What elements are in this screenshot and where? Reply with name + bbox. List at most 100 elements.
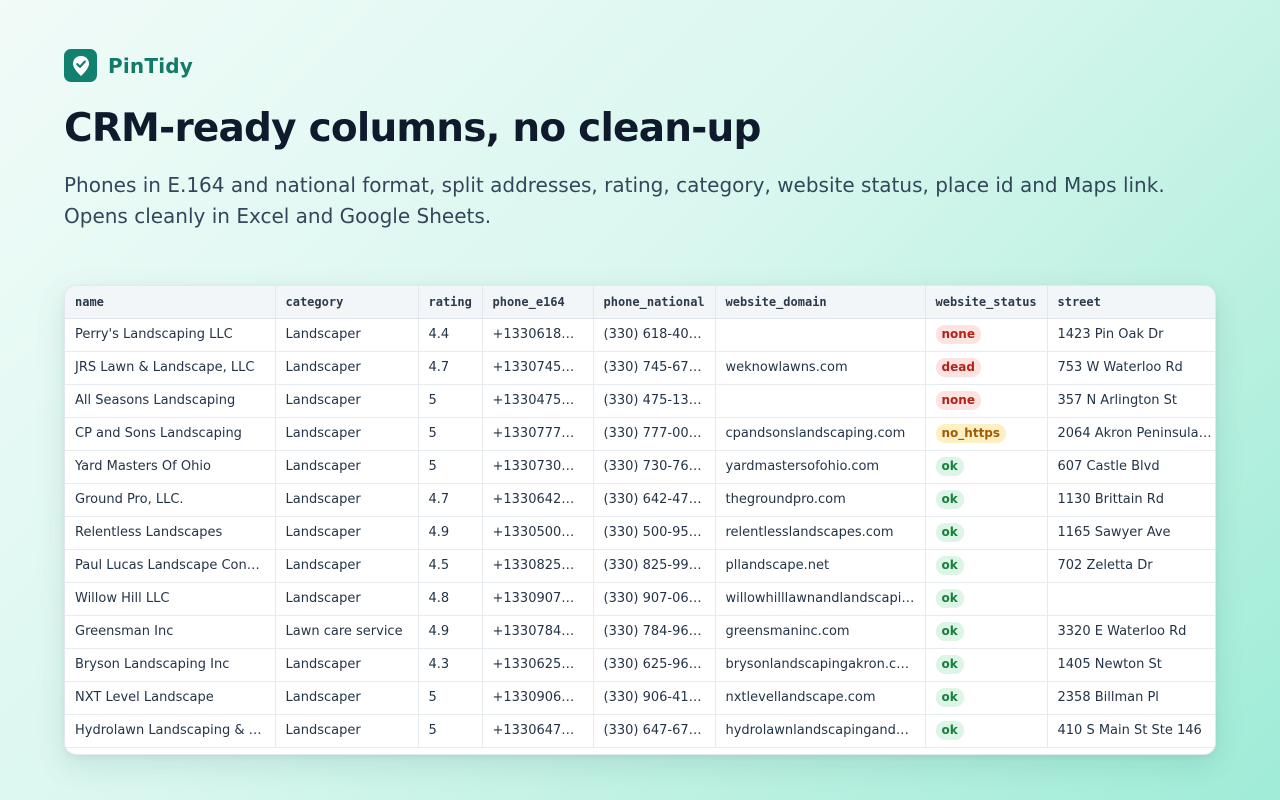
table-row[interactable]: Bryson Landscaping Inc Landscaper 4.3 +1330… — [65, 648, 1215, 682]
cell-phone-national: (330) 500-9542 — [593, 516, 716, 550]
cell-name: Greensman Inc — [65, 615, 276, 649]
table-row[interactable]: Paul Lucas Landscape Constr… Landscaper 4.… — [65, 549, 1215, 583]
cell-name: Relentless Landscapes — [65, 516, 276, 550]
table-row[interactable]: Hydrolawn Landscaping & D… Landscaper 5 +13… — [65, 714, 1215, 748]
cell-street: 2064 Akron Peninsula Rd — [1047, 417, 1215, 451]
column-header-phone-e164[interactable]: phone_e164 — [482, 286, 594, 319]
cell-phone-e164: +13309064129 — [482, 681, 594, 715]
data-table: name category rating phone_e164 phone_nation… — [65, 286, 1215, 748]
table-row[interactable]: CP and Sons Landscaping Landscaper 5 +13307… — [65, 417, 1215, 451]
cell-phone-national: (330) 647-6700 — [593, 714, 716, 748]
cell-website-status: ok — [925, 582, 1048, 616]
cell-website-status: ok — [925, 549, 1048, 583]
cell-phone-national: (330) 825-9900 — [593, 549, 716, 583]
status-badge: ok — [935, 490, 964, 509]
column-header-category[interactable]: category — [275, 286, 419, 319]
cell-name: Perry's Landscaping LLC — [65, 318, 276, 352]
cell-phone-e164: +13307770085 — [482, 417, 594, 451]
table-row[interactable]: All Seasons Landscaping Landscaper 5 +13304… — [65, 384, 1215, 418]
cell-rating: 4.3 — [418, 648, 483, 682]
table-row[interactable]: JRS Lawn & Landscape, LLC Landscaper 4.7 +1… — [65, 351, 1215, 385]
cell-street: 1130 Brittain Rd — [1047, 483, 1215, 517]
brand-name: PinTidy — [108, 53, 194, 78]
cell-phone-national: (330) 642-4776 — [593, 483, 716, 517]
cell-phone-national: (330) 618-4030 — [593, 318, 716, 352]
status-badge: ok — [935, 721, 964, 740]
cell-website-status: no_https — [925, 417, 1048, 451]
cell-website-status: none — [925, 318, 1048, 352]
cell-street: 357 N Arlington St — [1047, 384, 1215, 418]
cell-rating: 4.4 — [418, 318, 483, 352]
cell-category: Landscaper — [275, 417, 419, 451]
cell-category: Landscaper — [275, 450, 419, 484]
table-body: Perry's Landscaping LLC Landscaper 4.4 +133… — [65, 318, 1215, 748]
cell-category: Landscaper — [275, 582, 419, 616]
cell-website-status: ok — [925, 714, 1048, 748]
cell-street: 753 W Waterloo Rd — [1047, 351, 1215, 385]
table-row[interactable]: Greensman Inc Lawn care service 4.9 +133078… — [65, 615, 1215, 649]
cell-website-status: none — [925, 384, 1048, 418]
cell-phone-national: (330) 745-6772 — [593, 351, 716, 385]
cell-website-status: ok — [925, 450, 1048, 484]
cell-street: 2358 Billman Pl — [1047, 681, 1215, 715]
cell-rating: 4.7 — [418, 483, 483, 517]
column-header-street[interactable]: street — [1047, 286, 1215, 319]
cell-website-domain: yardmastersofohio.com — [715, 450, 926, 484]
cell-website-domain — [715, 384, 926, 418]
status-badge: none — [935, 391, 981, 410]
cell-category: Landscaper — [275, 351, 419, 385]
status-badge: no_https — [935, 424, 1007, 443]
cell-phone-e164: +13307456772 — [482, 351, 594, 385]
cell-website-status: ok — [925, 483, 1048, 517]
cell-website-domain: brysonlandscapingakron.com — [715, 648, 926, 682]
cell-rating: 4.7 — [418, 351, 483, 385]
cell-name: Paul Lucas Landscape Constr… — [65, 549, 276, 583]
cell-street: 1423 Pin Oak Dr — [1047, 318, 1215, 352]
cell-phone-national: (330) 784-9655 — [593, 615, 716, 649]
cell-rating: 4.9 — [418, 615, 483, 649]
cell-phone-e164: +13308259900 — [482, 549, 594, 583]
table-row[interactable]: NXT Level Landscape Landscaper 5 +133090641… — [65, 681, 1215, 715]
column-header-website-domain[interactable]: website_domain — [715, 286, 926, 319]
cell-website-status: ok — [925, 648, 1048, 682]
table-header-row: name category rating phone_e164 phone_nation… — [65, 286, 1215, 319]
cell-website-domain: willowhilllawnandlandscapin… — [715, 582, 926, 616]
table-row[interactable]: Willow Hill LLC Landscaper 4.8 +13309070693… — [65, 582, 1215, 616]
cell-street: 1405 Newton St — [1047, 648, 1215, 682]
column-header-phone-national[interactable]: phone_national — [593, 286, 716, 319]
column-header-rating[interactable]: rating — [418, 286, 483, 319]
cell-website-status: ok — [925, 516, 1048, 550]
cell-phone-e164: +13305009542 — [482, 516, 594, 550]
cell-street: 3320 E Waterloo Rd — [1047, 615, 1215, 649]
status-badge: ok — [935, 457, 964, 476]
cell-category: Landscaper — [275, 648, 419, 682]
cell-rating: 4.5 — [418, 549, 483, 583]
table-row[interactable]: Perry's Landscaping LLC Landscaper 4.4 +133… — [65, 318, 1215, 352]
table-row[interactable]: Ground Pro, LLC. Landscaper 4.7 +1330642477… — [65, 483, 1215, 517]
cell-name: Hydrolawn Landscaping & D… — [65, 714, 276, 748]
cell-category: Landscaper — [275, 681, 419, 715]
cell-name: CP and Sons Landscaping — [65, 417, 276, 451]
status-badge: ok — [935, 688, 964, 707]
cell-website-domain: hydrolawnlandscapinganddde… — [715, 714, 926, 748]
cell-phone-e164: +13307849655 — [482, 615, 594, 649]
cell-category: Landscaper — [275, 384, 419, 418]
cell-phone-e164: +13306476700 — [482, 714, 594, 748]
column-header-website-status[interactable]: website_status — [925, 286, 1048, 319]
table-row[interactable]: Relentless Landscapes Landscaper 4.9 +13305… — [65, 516, 1215, 550]
cell-phone-e164: +13304751398 — [482, 384, 594, 418]
status-badge: none — [935, 325, 981, 344]
brand[interactable]: PinTidy — [64, 49, 193, 82]
column-header-name[interactable]: name — [65, 286, 276, 319]
cell-website-domain: relentlesslandscapes.com — [715, 516, 926, 550]
data-table-card: name category rating phone_e164 phone_nation… — [64, 285, 1216, 755]
cell-street: 607 Castle Blvd — [1047, 450, 1215, 484]
cell-name: NXT Level Landscape — [65, 681, 276, 715]
cell-phone-national: (330) 625-9675 — [593, 648, 716, 682]
cell-phone-national: (330) 777-0085 — [593, 417, 716, 451]
cell-phone-e164: +13306424776 — [482, 483, 594, 517]
table-row[interactable]: Yard Masters Of Ohio Landscaper 5 +13307307… — [65, 450, 1215, 484]
cell-rating: 5 — [418, 417, 483, 451]
cell-website-domain: weknowlawns.com — [715, 351, 926, 385]
page-title: CRM-ready columns, no clean-up — [64, 106, 761, 151]
